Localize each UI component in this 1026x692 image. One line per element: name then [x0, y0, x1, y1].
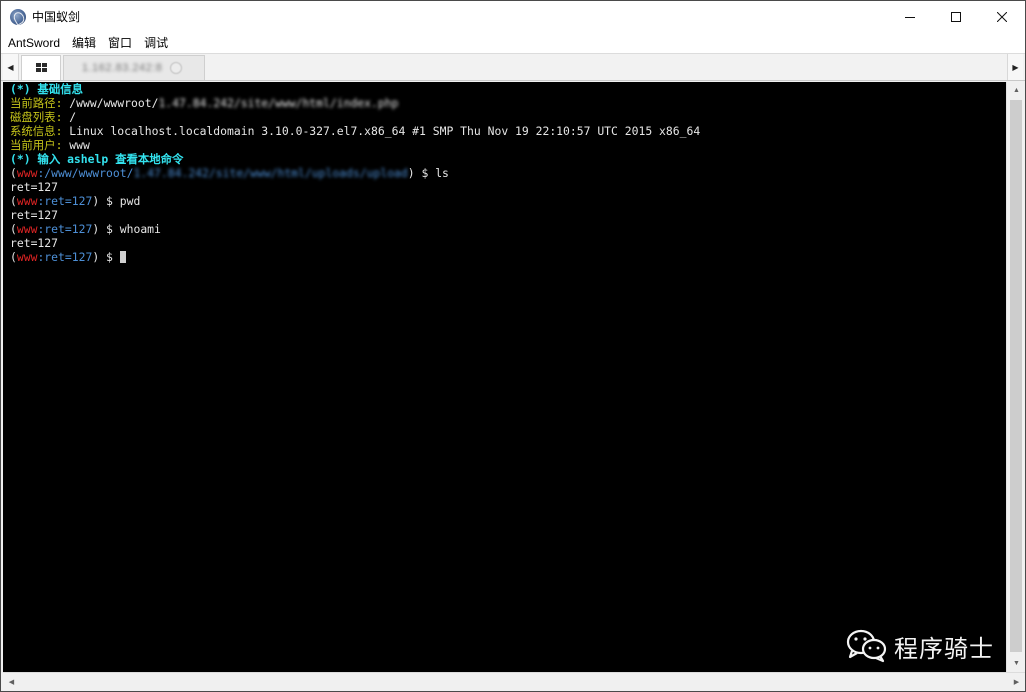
terminal-line: (*) 基础信息: [10, 82, 1006, 96]
terminal-text: ) $ ls: [407, 166, 449, 180]
terminal-text: www: [62, 138, 90, 152]
antsword-logo-icon: [10, 8, 26, 25]
terminal-line: (www:ret=127) $: [10, 250, 1006, 264]
terminal-text: :ret=127: [37, 250, 93, 264]
terminal-text: ret=127: [10, 208, 59, 222]
tab-terminal-session[interactable]: 1.162.83.242:8: [63, 55, 205, 80]
terminal-text: ) $ whoami: [92, 222, 161, 236]
antsword-window: 中国蚁剑 AntSword 编辑 窗口 调试 ◀ 1.162.83.242:8 …: [0, 0, 1026, 692]
terminal-text: (*) 输入 ashelp 查看本地命令: [10, 152, 184, 166]
terminal-line: ret=127: [10, 236, 1006, 250]
terminal-line: 磁盘列表: /: [10, 110, 1006, 124]
menu-window[interactable]: 窗口: [102, 33, 138, 53]
tab-home[interactable]: [21, 55, 61, 80]
terminal-text: ) $ pwd: [92, 194, 141, 208]
terminal-text: ret=127: [10, 236, 59, 250]
terminal-line: (www:ret=127) $ pwd: [10, 194, 1006, 208]
menu-antsword[interactable]: AntSword: [1, 33, 66, 53]
terminal-text: /www/wwwroot/: [62, 96, 159, 110]
terminal-text: :/www/wwwroot/: [37, 166, 134, 180]
terminal-text: (: [10, 194, 17, 208]
terminal-text: 当前路径:: [10, 96, 63, 110]
terminal-text: /: [62, 110, 77, 124]
terminal-line: (*) 输入 ashelp 查看本地命令: [10, 152, 1006, 166]
scroll-right-button[interactable]: ▶: [1008, 673, 1025, 691]
menu-bar: AntSword 编辑 窗口 调试: [1, 32, 1025, 54]
terminal-line: 当前路径: /www/wwwroot/1.47.84.242/site/www/…: [10, 96, 1006, 110]
terminal-line: (www:/www/wwwroot/1.47.84.242/site/www/h…: [10, 166, 1006, 180]
scroll-down-button[interactable]: ▼: [1007, 655, 1026, 672]
terminal-text: (*) 基础信息: [10, 82, 83, 96]
terminal-text: Linux localhost.localdomain 3.10.0-327.e…: [62, 124, 701, 138]
terminal-text: :ret=127: [37, 222, 93, 236]
terminal-line: ret=127: [10, 208, 1006, 222]
terminal-line: (www:ret=127) $ whoami: [10, 222, 1006, 236]
terminal-text: ret=127: [10, 180, 59, 194]
maximize-icon: [951, 11, 961, 22]
arrow-right-icon: ▶: [1013, 679, 1020, 686]
minimize-button[interactable]: [887, 1, 933, 32]
tab-close-icon[interactable]: [170, 62, 183, 74]
arrow-down-icon: ▼: [1013, 660, 1020, 667]
terminal-text: 1.47.84.242/site/www/html/index.php: [158, 96, 399, 110]
terminal-text: 磁盘列表:: [10, 110, 63, 124]
watermark-text: 程序骑士: [894, 634, 994, 663]
scroll-left-button[interactable]: ◀: [3, 673, 20, 691]
maximize-button[interactable]: [933, 1, 979, 32]
arrow-up-icon: ▲: [1013, 87, 1020, 94]
terminal-text: www: [16, 250, 38, 264]
vertical-scrollbar[interactable]: ▲ ▼: [1006, 82, 1025, 672]
scroll-up-button[interactable]: ▲: [1007, 82, 1026, 99]
window-controls: [887, 1, 1025, 32]
terminal-text: 系统信息:: [10, 124, 63, 138]
close-button[interactable]: [979, 1, 1025, 32]
scrollbar-thumb[interactable]: [1010, 100, 1022, 652]
watermark: 程序骑士: [846, 628, 994, 664]
tab-scroll-right-button[interactable]: ▶: [1007, 54, 1023, 80]
arrow-right-icon: ▶: [1012, 62, 1019, 72]
horizontal-scrollbar[interactable]: ◀ ▶: [3, 672, 1025, 691]
terminal-text: (: [10, 166, 17, 180]
terminal-text: 1.47.84.242/site/www/html/uploads/upload: [133, 166, 408, 180]
grid-icon: [35, 63, 47, 73]
terminal-text: www: [16, 166, 38, 180]
wechat-icon: [846, 629, 887, 663]
terminal-text: 当前用户:: [10, 138, 63, 152]
terminal-text: (: [10, 222, 17, 236]
terminal-line: 当前用户: www: [10, 138, 1006, 152]
tab-session-label: 1.162.83.242:8: [82, 62, 163, 74]
tab-strip: ◀ 1.162.83.242:8 ▶: [1, 54, 1025, 81]
terminal-output[interactable]: (*) 基础信息 当前路径: /www/wwwroot/1.47.84.242/s…: [3, 82, 1006, 672]
arrow-left-icon: ◀: [8, 679, 15, 686]
title-bar[interactable]: 中国蚁剑: [1, 1, 1025, 32]
close-icon: [997, 11, 1007, 22]
terminal-text: www: [16, 194, 38, 208]
terminal-cursor: [119, 251, 126, 263]
menu-debug[interactable]: 调试: [138, 33, 174, 53]
terminal-line: ret=127: [10, 180, 1006, 194]
terminal-text: www: [16, 222, 38, 236]
terminal-text: (: [10, 250, 17, 264]
window-title: 中国蚁剑: [32, 10, 81, 24]
tab-scroll-left-button[interactable]: ◀: [3, 54, 19, 80]
terminal-text: ) $: [92, 250, 120, 264]
arrow-left-icon: ◀: [7, 62, 14, 72]
minimize-icon: [905, 16, 915, 18]
terminal-line: 系统信息: Linux localhost.localdomain 3.10.0…: [10, 124, 1006, 138]
terminal-text: :ret=127: [37, 194, 93, 208]
menu-edit[interactable]: 编辑: [66, 33, 102, 53]
